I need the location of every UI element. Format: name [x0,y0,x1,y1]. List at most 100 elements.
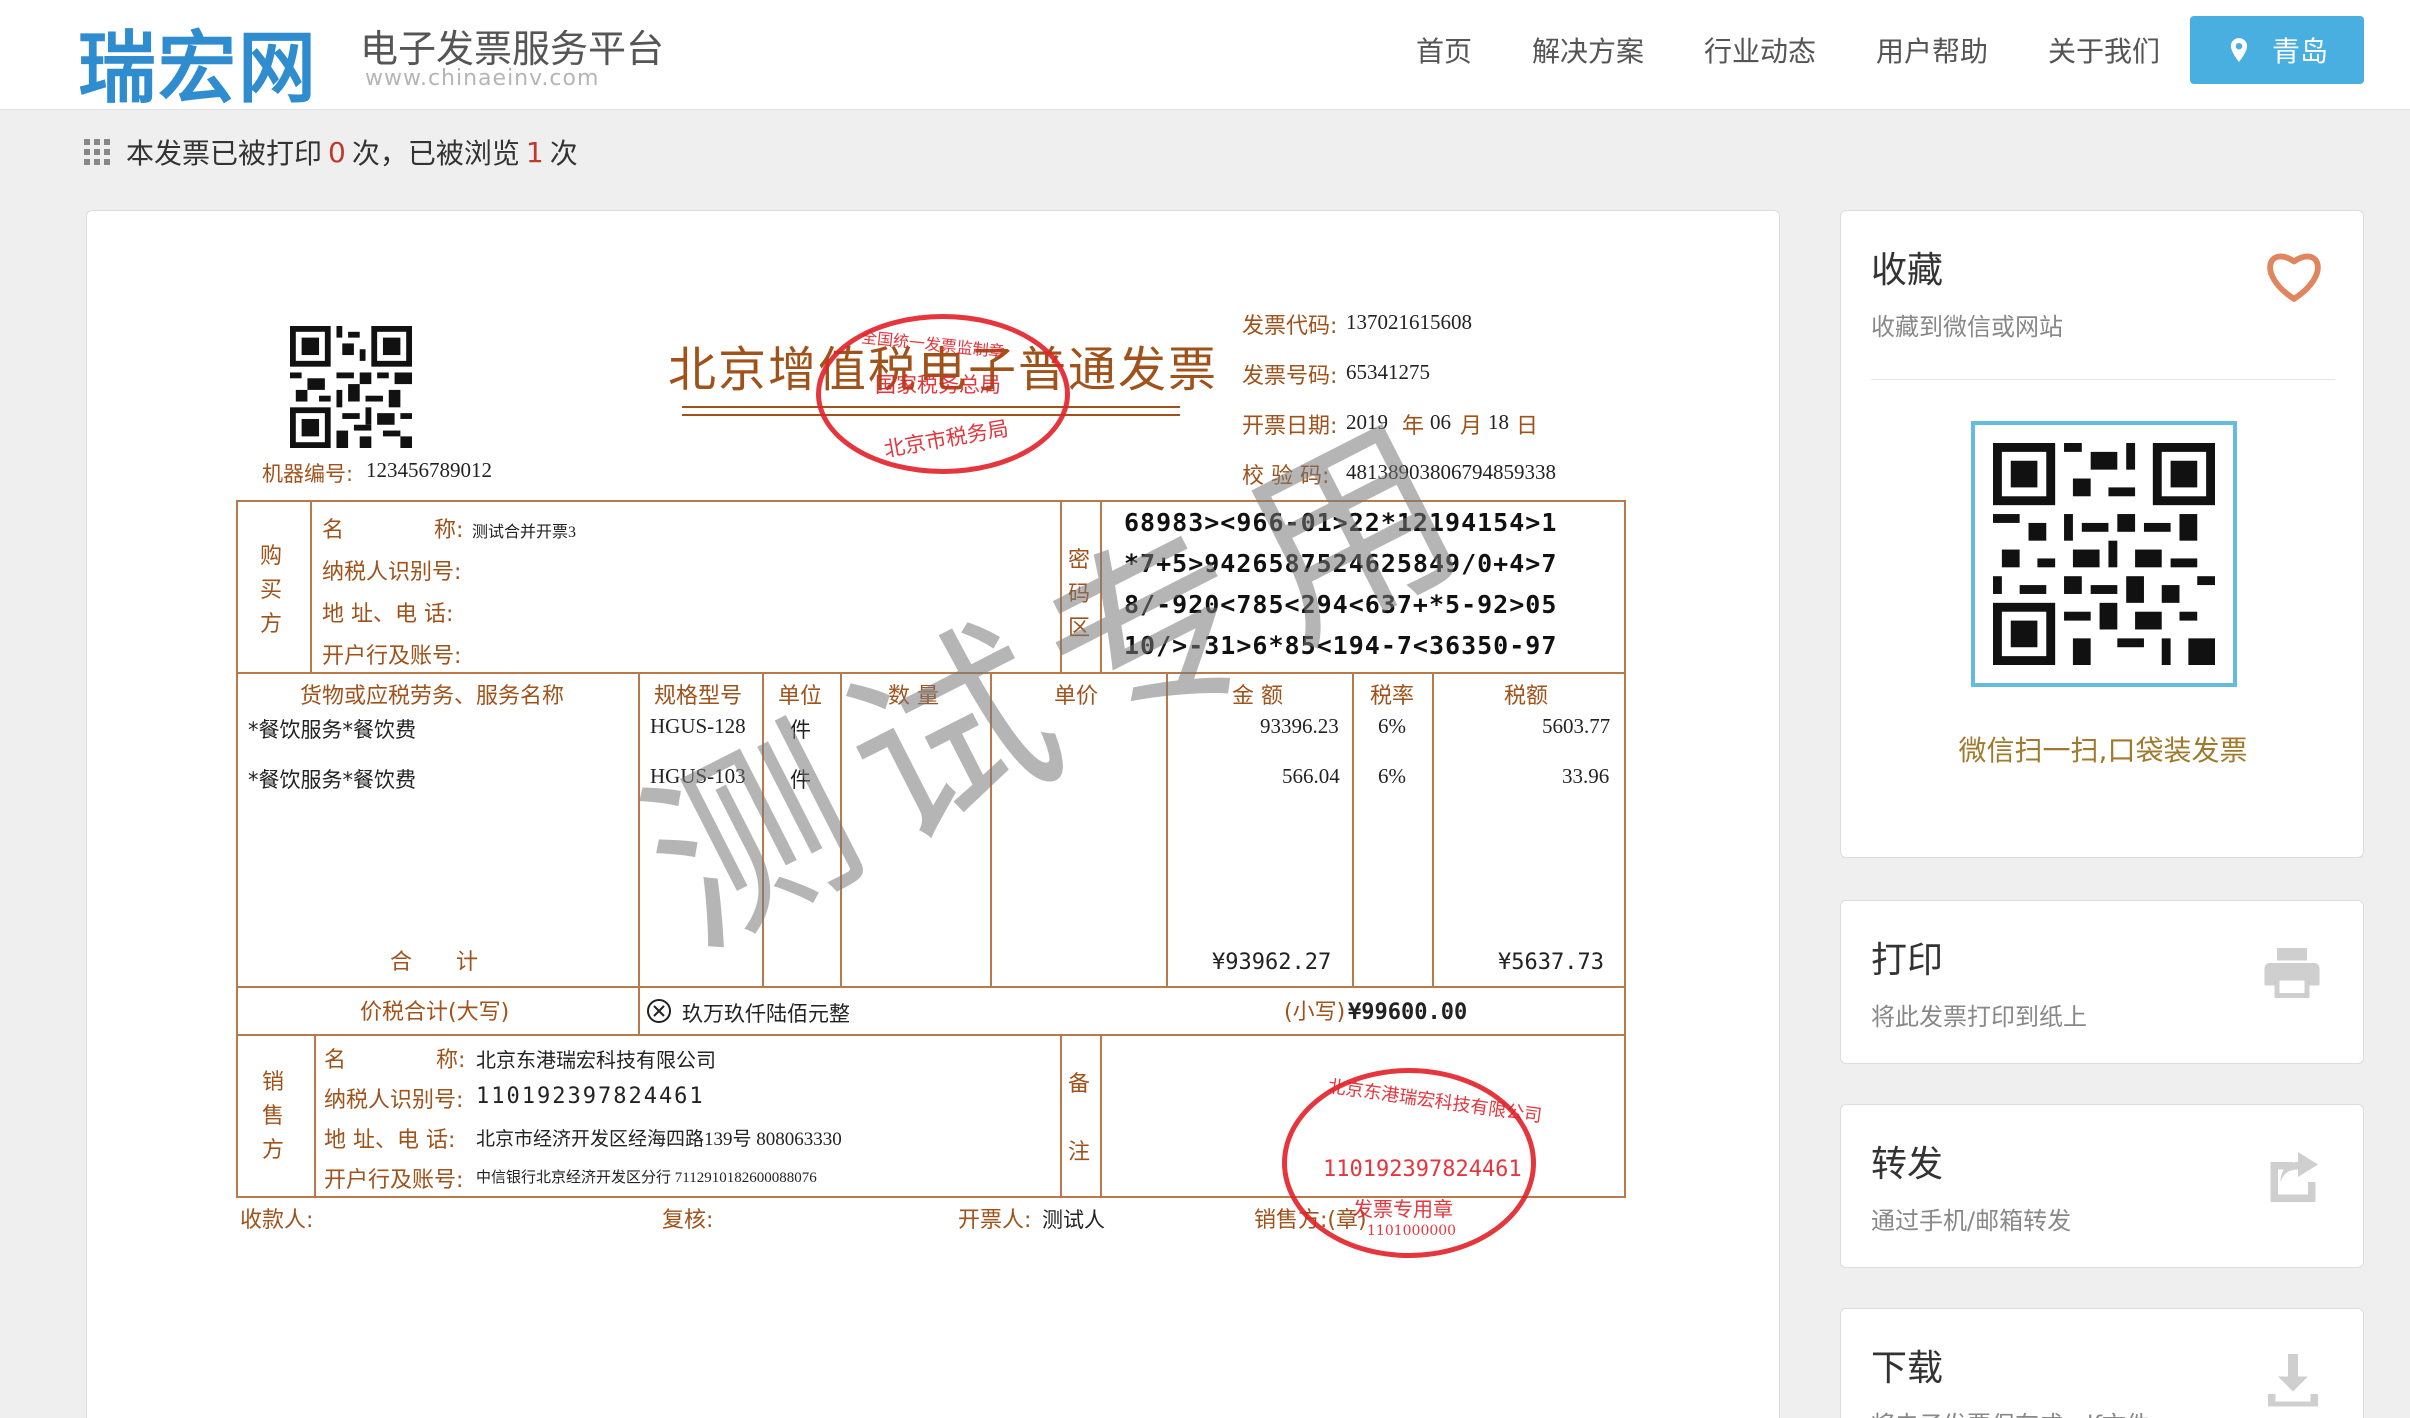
seller-stamp-taxid: 110192397824461 [1323,1157,1522,1182]
print-card[interactable]: 打印 将此发票打印到纸上 [1840,900,2364,1064]
total-tax: ¥5637.73 [1498,950,1604,975]
view-count: 1 [525,135,544,169]
item-2-amount: 566.04 [1282,764,1340,788]
circled-x-icon [647,999,671,1023]
seller-address: 北京市经济开发区经海四路139号 808063330 [476,1129,842,1150]
print-title[interactable]: 打印 [1871,931,1943,983]
col-divider [1100,1034,1102,1198]
col-divider [1352,672,1354,986]
seller-name: 北京东港瑞宏科技有限公司 [476,1048,716,1072]
remark-side-1: 备 [1068,1072,1091,1097]
heart-icon[interactable] [2265,249,2323,303]
payee-label: 收款人: [240,1208,314,1233]
buyer-name-label-b: 称: [434,518,464,543]
download-card[interactable]: 下载 将电子发票保存成pdf文件 [1840,1308,2364,1418]
item-1-rate: 6% [1378,714,1406,738]
seller-side-2: 售 [262,1104,285,1129]
day-char: 日 [1516,414,1539,439]
col-divider [314,1034,316,1198]
seller-bank: 中信银行北京经济开发区分行 7112910182600088076 [476,1170,817,1186]
machine-no: 123456789012 [366,458,492,482]
print-view-counter: 本发票已被打印 0 次，已被浏览 1 次 [84,132,578,172]
seller-name-label-a: 名 [324,1048,347,1073]
seller-side-3: 方 [262,1138,285,1163]
forward-subtitle: 通过手机/邮箱转发 [1871,1207,2072,1235]
buyer-address-label: 地 址、电 话: [322,602,454,627]
forward-card[interactable]: 转发 通过手机/邮箱转发 [1840,1104,2364,1268]
col-divider [310,500,312,672]
stamp-line-2: 北京市税务局 [882,416,1011,462]
seller-side-1: 销 [262,1070,285,1095]
city-label: 青岛 [2271,35,2328,68]
platform-title: 电子发票服务平台 [360,27,665,71]
seller-taxid: 110192397824461 [476,1084,705,1109]
city-selector-button[interactable]: 青岛 [2190,16,2364,84]
issue-day: 18 [1488,410,1509,434]
buyer-taxid-label: 纳税人识别号: [322,560,462,585]
grand-small-label: (小写) [1284,1000,1346,1025]
nav-home[interactable]: 首页 [1416,30,1472,70]
print-subtitle: 将此发票打印到纸上 [1871,1003,2087,1031]
favorite-subtitle: 收藏到微信或网站 [1871,313,2063,341]
col-item-name: 货物或应税劳务、服务名称 [300,684,565,709]
grand-total-amount: ¥99600.00 [1348,1000,1468,1025]
tax-bureau-stamp: 国家税务总局 北京市税务局 全国统一发票监制章 [816,314,1070,474]
favorite-title: 收藏 [1871,250,1944,291]
total-amount: ¥93962.27 [1212,950,1332,975]
counter-middle: 次，已被浏览 [351,137,520,170]
reviewer-label: 复核: [662,1208,714,1233]
nav-industry-news[interactable]: 行业动态 [1704,30,1816,70]
seller-address-label: 地 址、电 话: [324,1128,456,1153]
item-1-name: *餐饮服务*餐饮费 [248,718,416,742]
buyer-side-3: 方 [260,612,283,637]
col-divider [1060,1034,1062,1198]
favorite-card: 收藏 收藏到微信或网站 微信扫一扫,口袋装发票 [1840,210,2364,858]
counter-prefix: 本发票已被打印 [126,137,323,170]
invoice-code: 137021615608 [1346,310,1472,334]
platform-url: www.chinaeinv.com [365,66,600,91]
nav-user-help[interactable]: 用户帮助 [1876,30,1988,70]
share-icon[interactable] [2263,1147,2323,1207]
wechat-scan-caption: 微信扫一扫,口袋装发票 [1958,734,2248,767]
issuer-label: 开票人: [958,1208,1032,1233]
invoice-qr-code-icon [290,326,412,448]
nav-solutions[interactable]: 解决方案 [1532,30,1644,70]
print-count: 0 [328,135,346,169]
machine-no-label: 机器编号: [262,462,354,486]
nav-about-us[interactable]: 关于我们 [2048,30,2160,70]
seller-stamp-line: 发票专用章 [1353,1197,1453,1221]
remark-side-2: 注 [1068,1140,1091,1165]
seller-name-label-b: 称: [436,1048,466,1073]
seller-stamp-bottom: 1101000000 [1367,1223,1457,1239]
printer-icon[interactable] [2261,943,2323,1003]
item-2-tax: 33.96 [1562,764,1610,788]
seller-taxid-label: 纳税人识别号: [324,1088,464,1113]
logo[interactable]: 瑞宏网 [78,6,318,118]
counter-suffix: 次 [549,137,578,170]
col-divider [1432,672,1434,986]
download-subtitle: 将电子发票保存成pdf文件 [1871,1405,2150,1418]
grid-icon [84,139,110,165]
buyer-bank-label: 开户行及账号: [322,644,462,669]
month-char: 月 [1460,414,1483,439]
col-tax: 税额 [1504,684,1549,709]
stamp-arc: 全国统一发票监制章 [860,327,1006,362]
download-title[interactable]: 下载 [1871,1339,1943,1391]
wechat-qr-code-icon[interactable] [1993,443,2215,665]
wechat-qr-frame [1971,421,2237,687]
total-label: 合 计 [390,950,479,975]
row-divider [236,986,1626,988]
item-2-name: *餐饮服务*餐饮费 [248,768,416,792]
grand-total-words: 玖万玖仟陆佰元整 [682,1002,850,1026]
seller-bank-label: 开户行及账号: [324,1168,464,1193]
buyer-side-1: 购 [260,544,283,569]
grand-total-label: 价税合计(大写) [360,1000,510,1025]
row-divider [236,1034,1626,1036]
download-icon[interactable] [2263,1349,2323,1409]
seller-invoice-stamp: 北京东港瑞宏科技有限公司 110192397824461 发票专用章 11010… [1282,1068,1543,1258]
invoice-code-label: 发票代码: [1242,314,1338,339]
location-pin-icon [2230,38,2248,62]
issuer-name: 测试人 [1042,1208,1105,1232]
top-navbar: 瑞宏网 电子发票服务平台 www.chinaeinv.com 首页 解决方案 行… [0,0,2410,114]
forward-title[interactable]: 转发 [1871,1135,1943,1187]
